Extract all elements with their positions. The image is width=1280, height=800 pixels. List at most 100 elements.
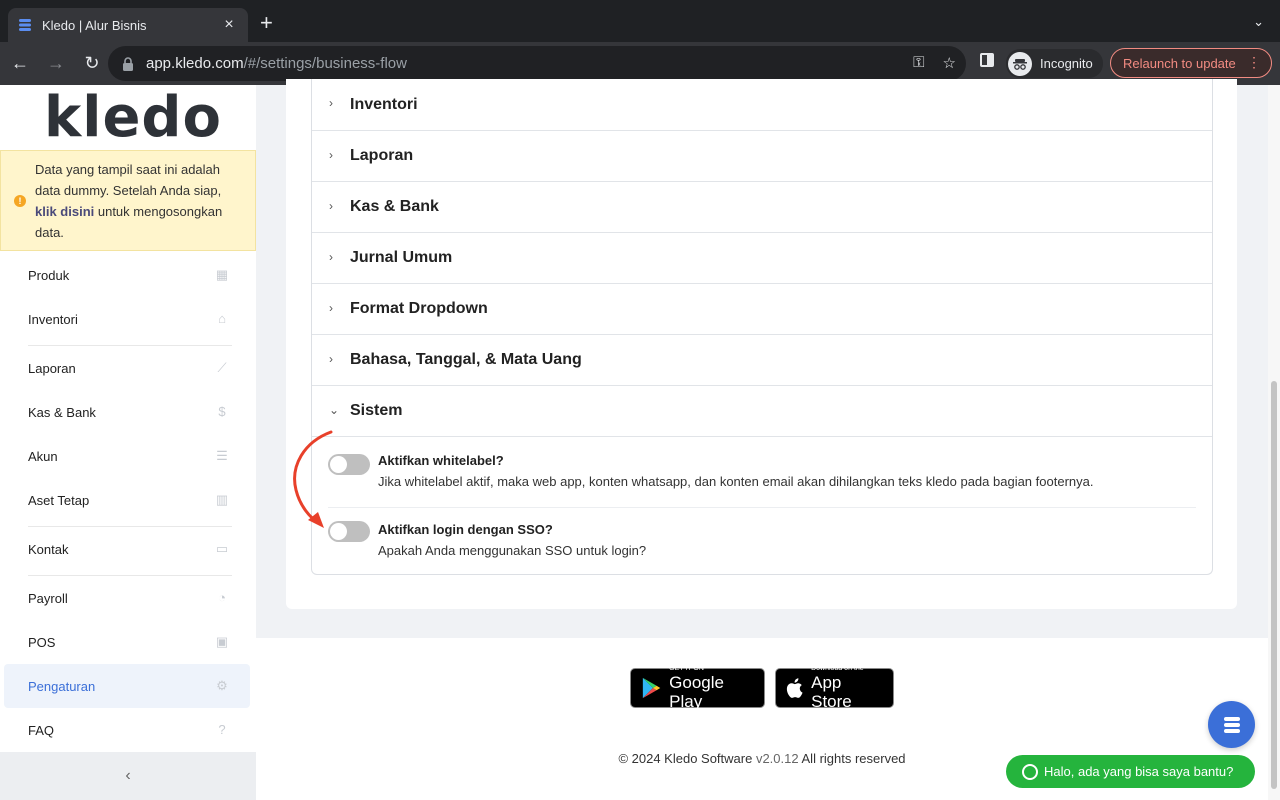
sidebar-item-faq[interactable]: FAQ ?: [0, 708, 256, 752]
back-icon[interactable]: ←: [4, 48, 36, 80]
sidebar-item-label: Inventori: [28, 311, 78, 327]
key-icon[interactable]: ⚿: [913, 54, 924, 72]
forward-icon[interactable]: →: [40, 48, 72, 80]
tab-search-chevron-icon[interactable]: ⌄: [1253, 14, 1264, 30]
sidebar-item-kas-bank[interactable]: Kas & Bank $: [0, 390, 256, 434]
box-icon: ▦: [215, 267, 229, 282]
accordion-title: Laporan: [350, 147, 414, 164]
accordion-title: Inventori: [350, 95, 418, 113]
apple-icon: [786, 678, 803, 698]
sidebar-item-produk[interactable]: Produk ▦: [0, 253, 256, 297]
accordion-bahasa-tanggal[interactable]: › Bahasa, Tanggal, & Mata Uang: [312, 334, 1212, 385]
whatsapp-chat-button[interactable]: Halo, ada yang bisa saya bantu?: [1006, 755, 1255, 788]
setting-title: Aktifkan whitelabel?: [378, 453, 504, 468]
pos-icon: ▣: [215, 634, 229, 649]
sidebar-item-label: Kas & Bank: [28, 404, 96, 420]
setting-title: Aktifkan login dengan SSO?: [378, 522, 553, 537]
accordion-kas-bank[interactable]: › Kas & Bank: [312, 181, 1212, 232]
incognito-icon: [1008, 51, 1032, 76]
accordion-title: Format Dropdown: [350, 300, 488, 317]
app-store-small-text: Download on the: [811, 665, 864, 672]
tab-close-icon[interactable]: ×: [220, 16, 238, 34]
google-play-icon: [642, 677, 661, 699]
scrollbar-thumb[interactable]: [1271, 381, 1277, 789]
contact-card-icon: ▭: [215, 541, 229, 556]
copyright-suffix: All rights reserved: [798, 751, 906, 766]
page-scrollbar[interactable]: [1268, 85, 1280, 800]
tab-title: Kledo | Alur Bisnis: [42, 17, 147, 33]
logo-text: kledo: [44, 84, 222, 150]
app-store-label: App Store: [811, 673, 852, 711]
bookmark-star-icon[interactable]: ☆: [943, 54, 956, 72]
accordion-sistem[interactable]: ⌄ Sistem: [312, 385, 1212, 436]
google-play-small-text: GET IT ON: [669, 665, 704, 672]
sidebar-item-label: POS: [28, 634, 56, 650]
kledo-favicon-icon: [18, 17, 34, 33]
sidebar-item-inventori[interactable]: Inventori ⌂: [0, 297, 256, 341]
more-menu-icon[interactable]: ⋮: [1247, 54, 1261, 71]
app-store-button[interactable]: Download on the App Store: [775, 665, 894, 711]
settings-card: › Inventori › Laporan › Kas & Bank › Jur…: [286, 79, 1237, 609]
sidebar-item-kontak[interactable]: Kontak ▭: [0, 527, 256, 571]
main-content: › Inventori › Laporan › Kas & Bank › Jur…: [256, 79, 1268, 638]
incognito-badge[interactable]: Incognito: [1006, 49, 1103, 78]
sidebar-item-label: Produk: [28, 267, 70, 283]
accordion-title: Jurnal Umum: [350, 249, 453, 266]
building-icon: ▥: [215, 492, 229, 507]
chevron-down-icon: ⌄: [329, 403, 340, 417]
warning-icon: !: [14, 195, 26, 207]
sidebar-item-pos[interactable]: POS ▣: [0, 620, 256, 664]
sidebar-item-label: Aset Tetap: [28, 492, 90, 508]
question-icon: ?: [218, 722, 226, 737]
sidebar-item-laporan[interactable]: Laporan ⟋: [0, 346, 256, 390]
sidebar-item-label: Kontak: [28, 541, 69, 557]
kledo-logo[interactable]: kledo: [44, 84, 222, 150]
chevron-right-icon: ›: [329, 301, 333, 315]
sidebar-item-label: Laporan: [28, 360, 76, 376]
sistem-panel: Aktifkan whitelabel? Jika whitelabel akt…: [312, 436, 1212, 574]
browser-tabbar: Kledo | Alur Bisnis × + ⌄: [0, 0, 1280, 42]
google-play-button[interactable]: GET IT ON Google Play: [630, 665, 765, 711]
list-icon: ☰: [216, 448, 228, 463]
chevron-right-icon: ›: [329, 148, 333, 162]
sidebar: kledo ! Data yang tampil saat ini adalah…: [0, 85, 256, 800]
chevron-right-icon: ›: [329, 250, 333, 264]
chevron-left-icon: ‹: [125, 767, 131, 784]
dollar-icon: $: [218, 404, 226, 419]
sidebar-item-aset-tetap[interactable]: Aset Tetap ▥: [0, 478, 256, 522]
notice-text-before: Data yang tampil saat ini adalah data du…: [35, 162, 222, 198]
accordion-inventori[interactable]: › Inventori: [312, 79, 1212, 130]
side-panel-icon[interactable]: [980, 53, 994, 67]
accordion-format-dropdown[interactable]: › Format Dropdown: [312, 283, 1212, 334]
browser-tab[interactable]: Kledo | Alur Bisnis ×: [8, 8, 248, 42]
accordion-title: Kas & Bank: [350, 198, 439, 215]
reload-icon[interactable]: ↻: [76, 48, 108, 80]
address-bar[interactable]: app.kledo.com/#/settings/business-flow ⚿…: [108, 46, 966, 81]
kledo-chat-button[interactable]: [1208, 701, 1255, 748]
app-version: v2.0.12: [755, 751, 799, 766]
clear-data-link[interactable]: klik disini: [35, 204, 94, 219]
dummy-data-notice: ! Data yang tampil saat ini adalah data …: [0, 150, 256, 251]
app-store-badges: GET IT ON Google Play Download on the Ap…: [630, 665, 894, 711]
url-host: app.kledo.com: [146, 55, 244, 72]
new-tab-icon[interactable]: +: [260, 12, 273, 34]
whatsapp-label: Halo, ada yang bisa saya bantu?: [1044, 764, 1234, 779]
sidebar-collapse-button[interactable]: ‹: [0, 752, 256, 800]
kledo-logo-icon: [1223, 716, 1240, 733]
sidebar-item-akun[interactable]: Akun ☰: [0, 434, 256, 478]
accordion-jurnal-umum[interactable]: › Jurnal Umum: [312, 232, 1212, 283]
warehouse-icon: ⌂: [218, 311, 226, 326]
chevron-right-icon: ›: [329, 199, 333, 213]
sidebar-item-label: Pengaturan: [28, 678, 96, 694]
accordion-title: Bahasa, Tanggal, & Mata Uang: [350, 351, 582, 368]
relaunch-label: Relaunch to update: [1123, 55, 1236, 71]
settings-accordion: › Inventori › Laporan › Kas & Bank › Jur…: [311, 79, 1213, 575]
relaunch-button[interactable]: Relaunch to update ⋮: [1110, 48, 1272, 78]
accordion-title: Sistem: [350, 402, 403, 419]
accordion-laporan[interactable]: › Laporan: [312, 130, 1212, 181]
sidebar-item-payroll[interactable]: Payroll ◔: [0, 576, 256, 620]
incognito-label: Incognito: [1040, 56, 1093, 71]
sidebar-item-label: Akun: [28, 448, 58, 464]
payroll-icon: ◔: [218, 590, 226, 605]
sidebar-item-pengaturan[interactable]: Pengaturan ⚙: [4, 664, 250, 708]
